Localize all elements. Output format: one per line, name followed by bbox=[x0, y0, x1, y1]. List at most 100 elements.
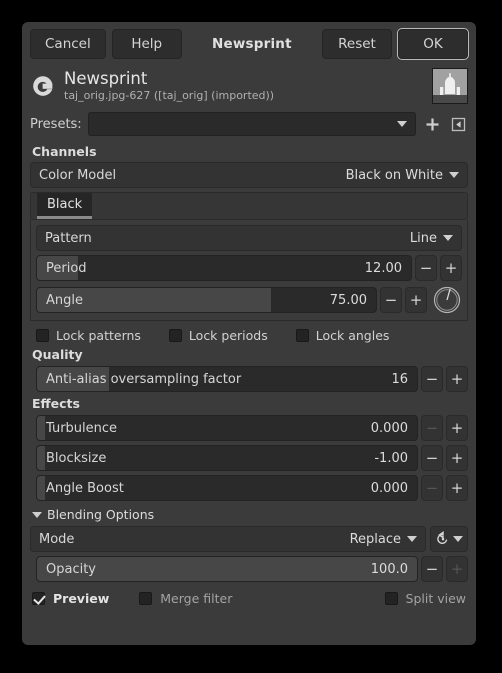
angle-boost-label: Angle Boost bbox=[46, 480, 124, 496]
blocksize-label: Blocksize bbox=[46, 450, 107, 466]
antialias-label: Anti-alias oversampling factor bbox=[46, 371, 242, 387]
lock-periods-checkbox[interactable] bbox=[168, 329, 182, 342]
color-model-combo[interactable]: Color Model Black on White bbox=[30, 162, 468, 188]
antialias-value: 16 bbox=[391, 371, 408, 387]
opacity-increment-button[interactable]: + bbox=[446, 556, 468, 582]
period-label: Period bbox=[46, 260, 87, 276]
angle-row: Angle 75.00 − + bbox=[36, 285, 462, 315]
split-view-label: Split view bbox=[405, 591, 466, 606]
gimp-logo-icon bbox=[30, 73, 56, 99]
presets-label: Presets: bbox=[30, 116, 82, 132]
mode-value: Replace bbox=[349, 531, 401, 547]
angle-boost-decrement-button[interactable]: − bbox=[421, 475, 443, 501]
chevron-down-icon bbox=[449, 172, 459, 178]
preview-label: Preview bbox=[53, 591, 110, 606]
blending-options-label: Blending Options bbox=[47, 507, 155, 522]
split-view-checkbox[interactable] bbox=[384, 592, 398, 605]
chevron-down-icon bbox=[407, 536, 417, 542]
channels-section-title: Channels bbox=[32, 144, 97, 159]
quality-section-title: Quality bbox=[32, 347, 83, 362]
effects-section-title: Effects bbox=[32, 396, 80, 411]
triangle-down-icon bbox=[32, 511, 42, 518]
image-source-label: taj_orig.jpg-627 ([taj_orig] (imported)) bbox=[64, 89, 275, 102]
preset-menu-button[interactable] bbox=[448, 113, 468, 135]
ok-button[interactable]: OK bbox=[398, 29, 468, 59]
pattern-combo[interactable]: Pattern Line bbox=[36, 225, 462, 251]
lock-patterns-label: Lock patterns bbox=[56, 328, 141, 343]
period-value: 12.00 bbox=[364, 260, 402, 276]
antialias-row: Anti-alias oversampling factor 16 − + bbox=[30, 366, 468, 392]
turbulence-decrement-button[interactable]: − bbox=[421, 415, 443, 441]
turbulence-row: Turbulence 0.000 − + bbox=[30, 415, 468, 441]
chevron-down-icon bbox=[397, 121, 407, 127]
period-row: Period 12.00 − + bbox=[36, 255, 462, 281]
period-slider[interactable]: Period 12.00 bbox=[36, 255, 412, 281]
angle-label: Angle bbox=[46, 292, 83, 308]
pattern-row: Pattern Line bbox=[36, 225, 462, 251]
blocksize-slider[interactable]: Blocksize -1.00 bbox=[36, 445, 418, 471]
presets-row: Presets: bbox=[30, 110, 468, 138]
antialias-increment-button[interactable]: + bbox=[446, 366, 468, 392]
angle-increment-button[interactable]: + bbox=[405, 287, 427, 313]
merge-filter-checkbox[interactable] bbox=[139, 592, 153, 605]
filter-name: Newsprint bbox=[64, 69, 148, 88]
angle-boost-increment-button[interactable]: + bbox=[446, 475, 468, 501]
presets-combo[interactable] bbox=[87, 112, 416, 136]
angle-dial[interactable] bbox=[432, 285, 462, 315]
channel-tabstrip: Black bbox=[30, 192, 468, 220]
filter-header: Newsprint taj_orig.jpg-627 ([taj_orig] (… bbox=[22, 66, 476, 110]
merge-filter-label: Merge filter bbox=[160, 591, 233, 606]
cancel-button[interactable]: Cancel bbox=[30, 29, 106, 59]
turbulence-label: Turbulence bbox=[46, 420, 118, 436]
revert-mode-button[interactable] bbox=[430, 526, 468, 552]
image-thumbnail bbox=[432, 68, 468, 104]
blending-options-expander[interactable]: Blending Options bbox=[32, 507, 468, 522]
lock-angles-label: Lock angles bbox=[315, 328, 390, 343]
angle-boost-slider[interactable]: Angle Boost 0.000 bbox=[36, 475, 418, 501]
antialias-slider[interactable]: Anti-alias oversampling factor 16 bbox=[36, 366, 418, 392]
opacity-slider[interactable]: Opacity 100.0 bbox=[36, 556, 418, 582]
period-increment-button[interactable]: + bbox=[440, 255, 462, 281]
pattern-value: Line bbox=[409, 230, 437, 246]
opacity-label: Opacity bbox=[46, 561, 97, 577]
opacity-value: 100.0 bbox=[370, 561, 408, 577]
mode-combo[interactable]: Mode Replace bbox=[30, 526, 426, 552]
dialog-footer: Preview Merge filter Split view bbox=[22, 591, 476, 606]
channel-settings-panel: Pattern Line Period 12.00 − + Angle 75.0… bbox=[30, 220, 468, 321]
opacity-row: Opacity 100.0 − + bbox=[30, 556, 468, 582]
blocksize-decrement-button[interactable]: − bbox=[421, 445, 443, 471]
help-button[interactable]: Help bbox=[111, 29, 182, 59]
locks-row: Lock patterns Lock periods Lock angles bbox=[30, 328, 468, 343]
lock-patterns-checkbox[interactable] bbox=[36, 329, 49, 342]
newsprint-filter-dialog: Cancel Help Newsprint Reset OK Newsprint… bbox=[22, 22, 476, 645]
blocksize-row: Blocksize -1.00 − + bbox=[30, 445, 468, 471]
opacity-decrement-button[interactable]: − bbox=[421, 556, 443, 582]
dialog-titlebar: Cancel Help Newsprint Reset OK bbox=[22, 22, 476, 66]
turbulence-value: 0.000 bbox=[370, 420, 408, 436]
turbulence-slider[interactable]: Turbulence 0.000 bbox=[36, 415, 418, 441]
mode-label: Mode bbox=[39, 531, 75, 547]
lock-periods-label: Lock periods bbox=[188, 328, 268, 343]
antialias-decrement-button[interactable]: − bbox=[421, 366, 443, 392]
angle-value: 75.00 bbox=[329, 292, 367, 308]
blocksize-value: -1.00 bbox=[374, 450, 408, 466]
angle-decrement-button[interactable]: − bbox=[380, 287, 402, 313]
chevron-down-icon bbox=[453, 536, 463, 542]
angle-boost-value: 0.000 bbox=[370, 480, 408, 496]
preview-checkbox[interactable] bbox=[32, 592, 45, 605]
angle-boost-row: Angle Boost 0.000 − + bbox=[30, 475, 468, 501]
chevron-down-icon bbox=[443, 235, 453, 241]
tab-black[interactable]: Black bbox=[37, 193, 93, 219]
add-preset-button[interactable] bbox=[422, 113, 442, 135]
period-decrement-button[interactable]: − bbox=[415, 255, 437, 281]
turbulence-increment-button[interactable]: + bbox=[446, 415, 468, 441]
color-model-value: Black on White bbox=[345, 167, 443, 183]
lock-angles-checkbox[interactable] bbox=[295, 329, 309, 342]
dialog-title: Newsprint bbox=[211, 36, 292, 52]
reset-button[interactable]: Reset bbox=[322, 29, 392, 59]
angle-slider[interactable]: Angle 75.00 bbox=[36, 287, 377, 313]
blocksize-increment-button[interactable]: + bbox=[446, 445, 468, 471]
color-model-label: Color Model bbox=[39, 167, 117, 183]
pattern-label: Pattern bbox=[45, 230, 92, 246]
revert-icon bbox=[437, 531, 448, 545]
